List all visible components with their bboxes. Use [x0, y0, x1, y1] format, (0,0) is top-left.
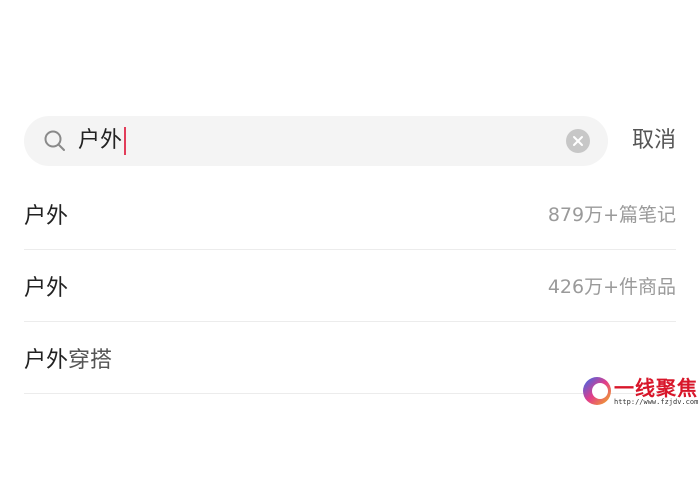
suggestion-match: 户外	[24, 275, 69, 301]
suggestion-title: 户外	[24, 198, 68, 230]
suggestion-item[interactable]: 户外穿搭	[24, 322, 676, 394]
suggestion-title: 户外	[24, 270, 68, 302]
search-input[interactable]: 户外	[78, 116, 127, 166]
suggestion-count: 426万+件商品	[547, 276, 676, 298]
search-box[interactable]: 户外	[24, 116, 608, 166]
suggestion-match: 户外	[24, 203, 69, 229]
watermark-text: 一线聚焦	[614, 376, 698, 400]
text-caret	[124, 127, 127, 155]
search-screen: 户外 取消 户外 879万+篇笔记 户外 426万+件商品 户外穿搭 一线聚焦 …	[0, 0, 700, 500]
suggestion-list: 户外 879万+篇笔记 户外 426万+件商品 户外穿搭	[24, 178, 676, 394]
clear-icon[interactable]	[566, 129, 590, 153]
watermark-logo-icon	[583, 377, 611, 405]
suggestion-count: 879万+篇笔记	[547, 204, 676, 226]
search-icon	[42, 128, 68, 154]
cancel-button[interactable]: 取消	[632, 116, 676, 166]
suggestion-title: 户外穿搭	[24, 342, 112, 374]
watermark-url: http://www.fzjdv.com	[614, 398, 699, 406]
search-row: 户外 取消	[24, 116, 676, 166]
search-query: 户外	[78, 128, 123, 153]
suggestion-item[interactable]: 户外 879万+篇笔记	[24, 178, 676, 250]
suggestion-match: 户外	[24, 347, 69, 373]
suggestion-rest: 穿搭	[68, 347, 113, 373]
watermark: 一线聚焦 http://www.fzjdv.com	[580, 374, 698, 410]
suggestion-item[interactable]: 户外 426万+件商品	[24, 250, 676, 322]
